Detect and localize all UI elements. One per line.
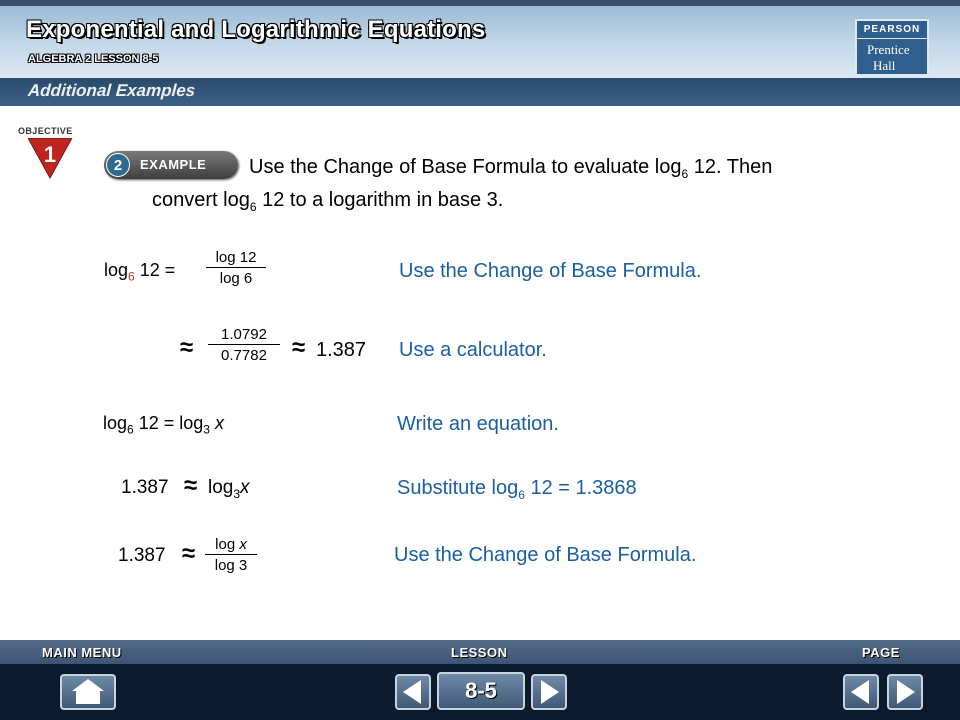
example-label: EXAMPLE — [140, 157, 207, 172]
step5-value: 1.387 — [118, 545, 166, 566]
step4-value: 1.387 — [121, 477, 169, 498]
example-number: 2 — [106, 153, 130, 177]
fraction-denominator: log 6 — [219, 270, 253, 287]
step1-fraction: log 12 log 6 — [206, 249, 266, 287]
step5-note: Use the Change of Base Formula. — [394, 544, 697, 566]
fraction-numerator: log x — [205, 536, 257, 555]
step4-note: Substitute log6 12 = 1.3868 — [397, 477, 637, 502]
step2-approx-symbol: ≈ — [180, 334, 194, 361]
pearson-prentice-hall-logo: PEARSON Prentice Hall — [855, 19, 929, 76]
main-menu-label: MAIN MENU — [42, 645, 122, 660]
step2-fraction: 1.0792 0.7782 — [208, 326, 280, 364]
section-label: Additional Examples — [27, 81, 196, 100]
lesson-next-button[interactable] — [531, 674, 567, 710]
lesson-label: LESSON — [451, 645, 508, 660]
page-next-button[interactable] — [887, 674, 923, 710]
slide-title: Exponential and Logarithmic Equations — [26, 16, 486, 43]
step5-approx-symbol: ≈ — [182, 540, 196, 567]
logo-hall-text: Hall — [873, 58, 896, 73]
step4-approx-symbol: ≈ — [184, 472, 198, 499]
step1-lhs: log6 12 = — [104, 260, 176, 284]
lesson-prev-button[interactable] — [395, 674, 431, 710]
lesson-number-display: 8-5 — [437, 672, 525, 710]
problem-line-2: convert log6 12 to a logarithm in base 3… — [152, 189, 504, 214]
fraction-numerator: 1.0792 — [208, 326, 280, 345]
triangle-left-icon — [403, 680, 421, 704]
step1-note: Use the Change of Base Formula. — [399, 260, 702, 282]
step3-equation: log6 12 = log3 x — [103, 413, 224, 437]
problem-line-1: Use the Change of Base Formula to evalua… — [249, 156, 773, 181]
objective-label: OBJECTIVE — [18, 126, 73, 136]
triangle-left-icon — [851, 680, 869, 704]
home-button[interactable] — [60, 674, 116, 710]
page-label: PAGE — [862, 645, 900, 660]
example-badge: 2 EXAMPLE — [104, 151, 238, 179]
step2-approx-symbol-2: ≈ — [292, 334, 306, 361]
step4-rhs: log3x — [208, 477, 250, 501]
page-prev-button[interactable] — [843, 674, 879, 710]
step3-note: Write an equation. — [397, 413, 559, 435]
step2-note: Use a calculator. — [399, 339, 547, 361]
logo-prentice-text: Prentice — [867, 42, 910, 57]
fraction-denominator: 0.7782 — [221, 347, 267, 364]
step2-value: 1.387 — [316, 339, 367, 361]
triangle-right-icon — [897, 680, 915, 704]
objective-number: 1 — [44, 142, 56, 167]
slide-header: Exponential and Logarithmic Equations AL… — [0, 0, 960, 78]
objective-1-icon: 1 — [28, 138, 72, 180]
lesson-subtitle: ALGEBRA 2 LESSON 8-5 — [28, 53, 159, 65]
fraction-denominator: log 3 — [214, 557, 248, 574]
home-icon — [72, 679, 104, 704]
fraction-numerator: log 12 — [206, 249, 266, 268]
section-bar: Additional Examples — [0, 78, 960, 106]
triangle-right-icon — [541, 680, 559, 704]
step5-fraction: log x log 3 — [205, 536, 257, 574]
logo-pearson-text: PEARSON — [857, 21, 927, 39]
